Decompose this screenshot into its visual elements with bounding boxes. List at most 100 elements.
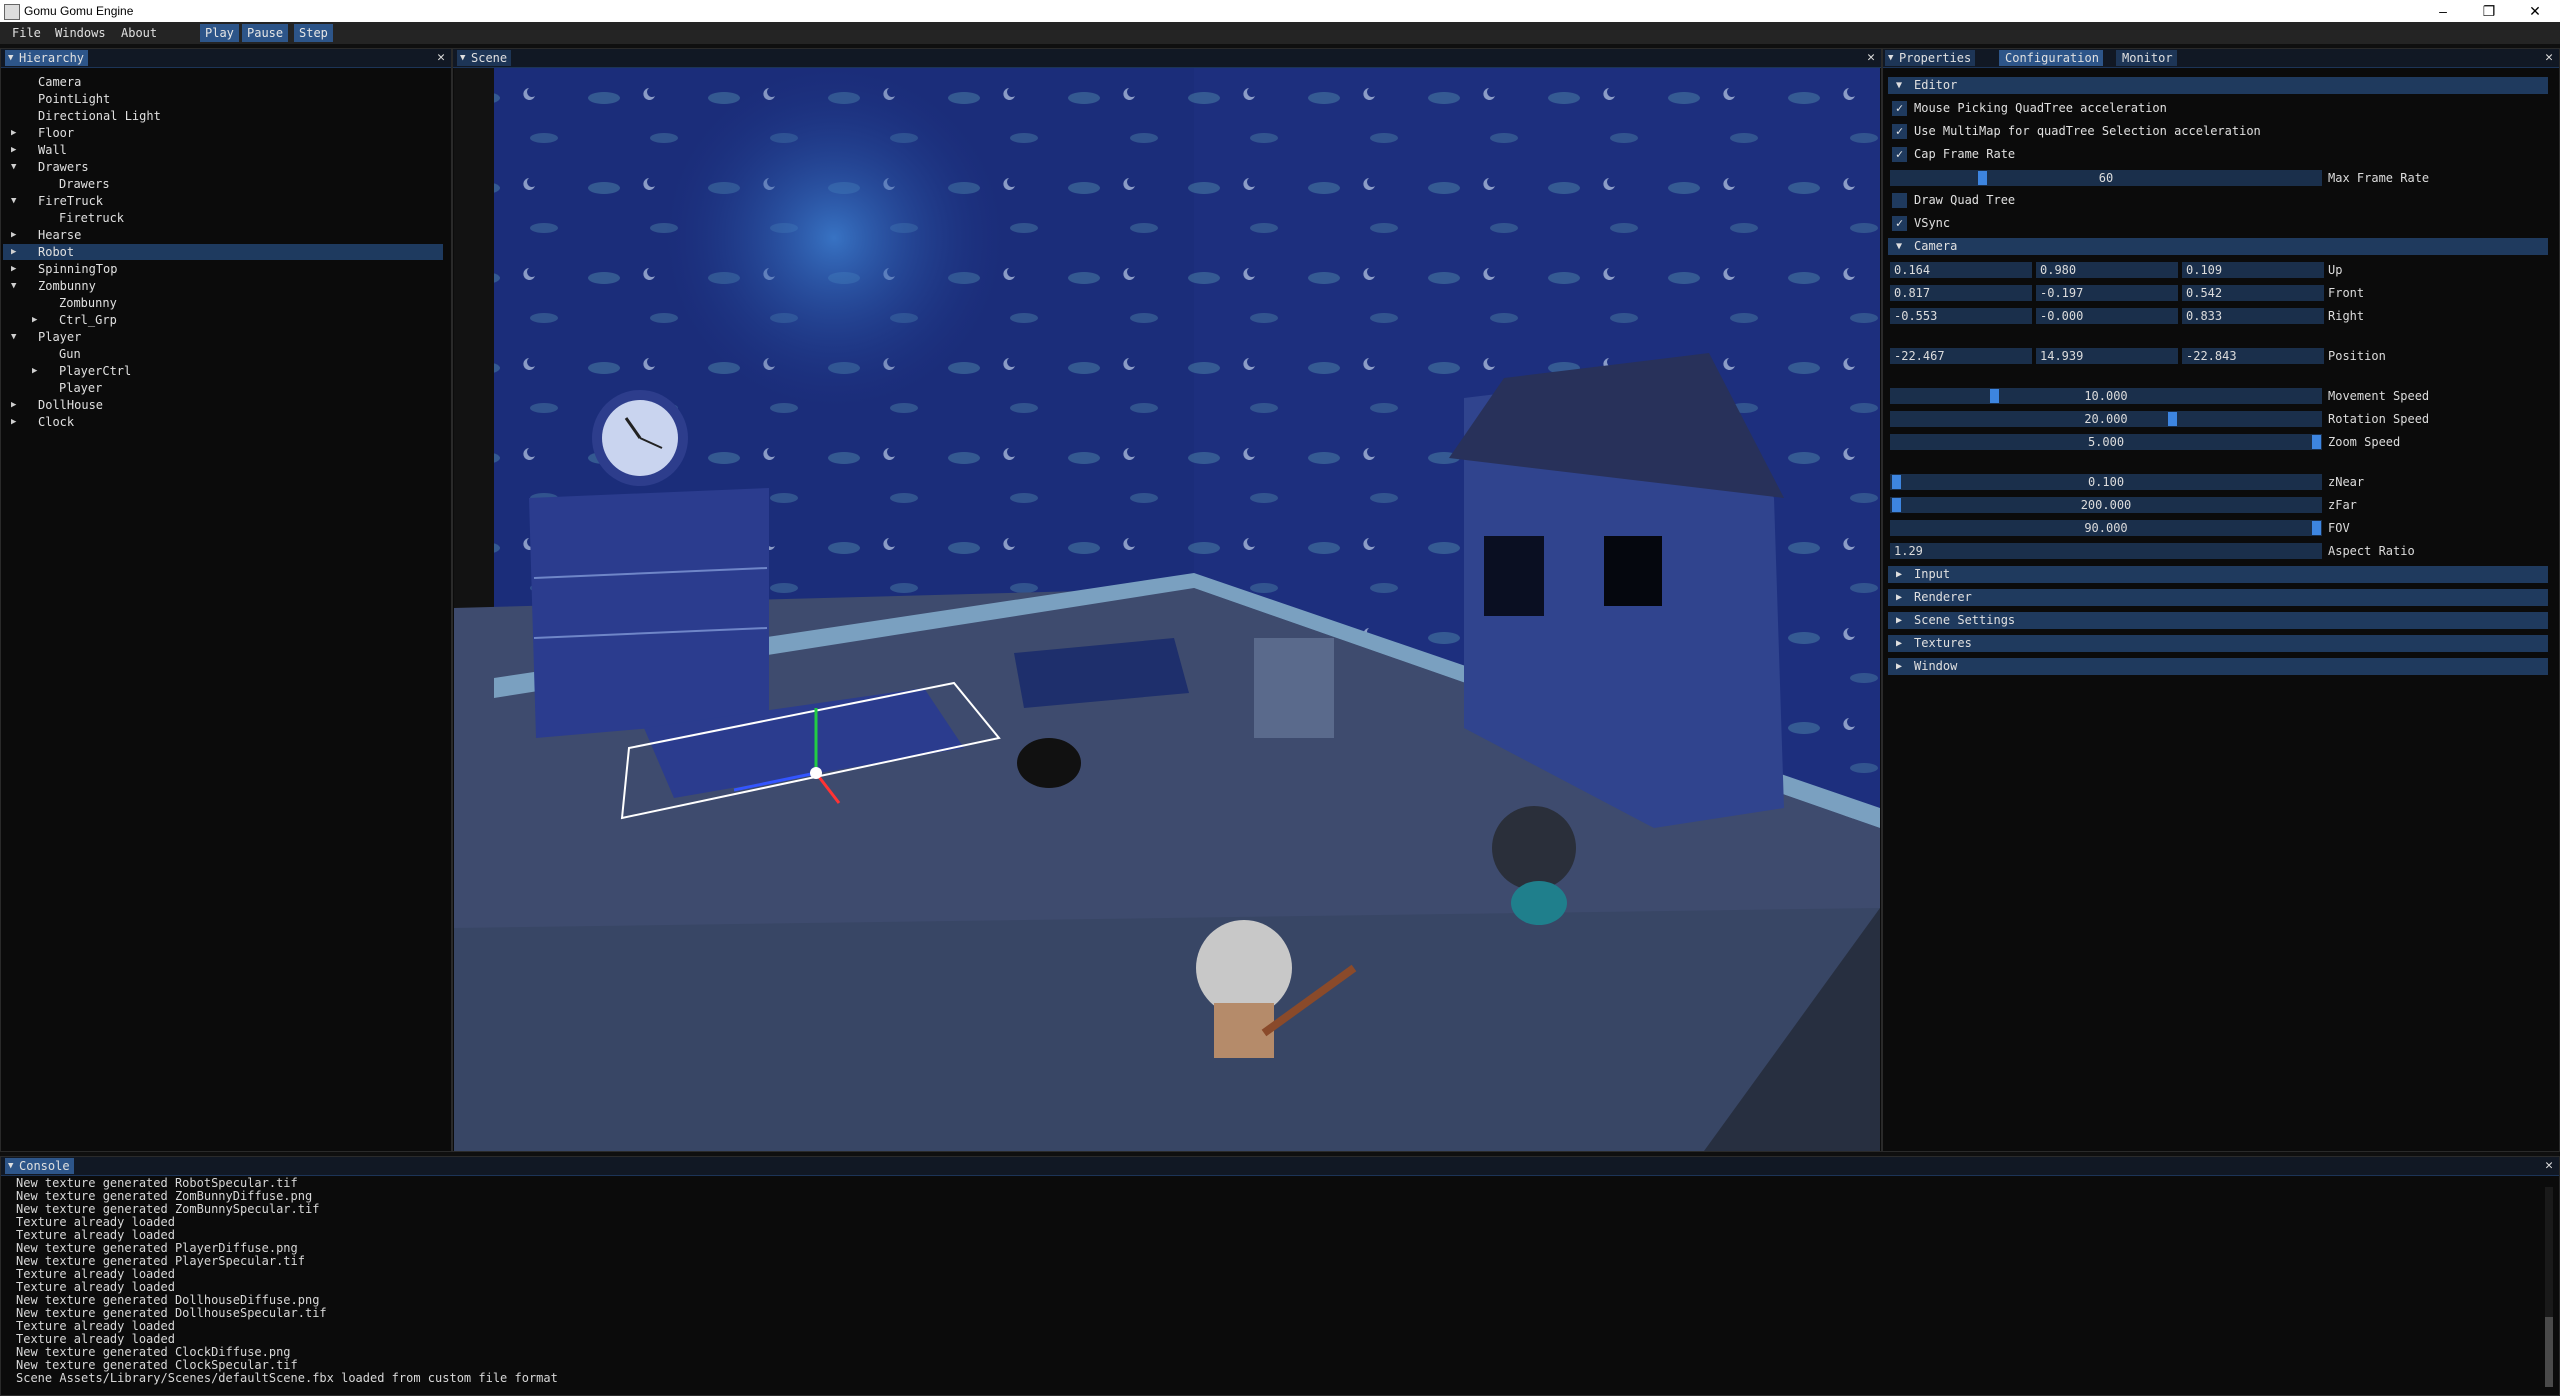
slider-grab[interactable]	[2168, 412, 2177, 426]
scene-settings-header[interactable]: ▶ Scene Settings	[1888, 612, 2548, 629]
position-y-field[interactable]: 14.939	[2036, 348, 2178, 364]
chevron-right-icon[interactable]: ▶	[11, 397, 16, 413]
pause-button[interactable]: Pause	[242, 24, 289, 42]
close-icon[interactable]: ✕	[2545, 1158, 2553, 1173]
cap-frame-rate-checkbox[interactable]: ✓	[1892, 147, 1907, 162]
front-y-field[interactable]: -0.197	[2036, 285, 2178, 301]
up-z-field[interactable]: 0.109	[2182, 262, 2324, 278]
up-y-field[interactable]: 0.980	[2036, 262, 2178, 278]
movement-speed-slider[interactable]: 10.000	[1890, 388, 2322, 404]
input-header[interactable]: ▶ Input	[1888, 566, 2548, 583]
tree-item[interactable]: ▶ DollHouse	[3, 397, 443, 413]
tree-item[interactable]: ▼ Drawers	[3, 159, 443, 175]
slider-grab[interactable]	[1990, 389, 1999, 403]
right-z-field[interactable]: 0.833	[2182, 308, 2324, 324]
zoom-speed-slider[interactable]: 5.000	[1890, 434, 2322, 450]
step-button[interactable]: Step	[294, 24, 333, 42]
renderer-header[interactable]: ▶ Renderer	[1888, 589, 2548, 606]
aspect-ratio-field[interactable]: 1.29	[1890, 543, 2322, 559]
chevron-right-icon[interactable]: ▶	[11, 142, 16, 158]
editor-header[interactable]: ▼ Editor	[1888, 77, 2548, 94]
front-z-field[interactable]: 0.542	[2182, 285, 2324, 301]
window-header[interactable]: ▶ Window	[1888, 658, 2548, 675]
tree-item[interactable]: ▶ Clock	[3, 414, 443, 430]
chevron-down-icon[interactable]: ▼	[11, 278, 16, 294]
panel-collapse-icon[interactable]: ▼	[460, 50, 465, 66]
chevron-right-icon[interactable]: ▶	[32, 363, 37, 379]
tab-console[interactable]: ▼ Console	[5, 1158, 74, 1174]
use-multimap-checkbox[interactable]: ✓	[1892, 124, 1907, 139]
close-icon[interactable]: ✕	[437, 50, 445, 65]
position-x-field[interactable]: -22.467	[1890, 348, 2032, 364]
rotation-speed-slider[interactable]: 20.000	[1890, 411, 2322, 427]
mouse-picking-checkbox[interactable]: ✓	[1892, 101, 1907, 116]
chevron-right-icon[interactable]: ▶	[11, 125, 16, 141]
tab-monitor[interactable]: Monitor	[2116, 50, 2177, 66]
tree-item[interactable]: ▼ FireTruck	[3, 193, 443, 209]
tree-item[interactable]: Directional Light	[3, 108, 443, 124]
minimize-icon[interactable]: –	[2420, 0, 2466, 22]
right-y-field[interactable]: -0.000	[2036, 308, 2178, 324]
panel-collapse-icon[interactable]: ▼	[8, 1158, 13, 1174]
chevron-right-icon[interactable]: ▶	[11, 227, 16, 243]
chevron-down-icon[interactable]: ▼	[11, 329, 16, 345]
chevron-down-icon[interactable]: ▼	[11, 193, 16, 209]
tree-item[interactable]: ▶ Hearse	[3, 227, 443, 243]
max-frame-rate-slider[interactable]: 60	[1890, 170, 2322, 186]
tree-item[interactable]: ▶ PlayerCtrl	[3, 363, 443, 379]
front-x-field[interactable]: 0.817	[1890, 285, 2032, 301]
chevron-right-icon[interactable]: ▶	[11, 414, 16, 430]
znear-slider[interactable]: 0.100	[1890, 474, 2322, 490]
slider-grab[interactable]	[1892, 475, 1901, 489]
play-button[interactable]: Play	[200, 24, 239, 42]
vsync-checkbox[interactable]: ✓	[1892, 216, 1907, 231]
console-scrollbar[interactable]	[2545, 1187, 2553, 1387]
slider-grab[interactable]	[1892, 498, 1901, 512]
tab-configuration[interactable]: Configuration	[1999, 50, 2103, 66]
chevron-down-icon[interactable]: ▼	[11, 159, 16, 175]
tree-item[interactable]: Firetruck	[3, 210, 443, 226]
tree-item[interactable]: ▼ Zombunny	[3, 278, 443, 294]
draw-quad-tree-checkbox[interactable]	[1892, 193, 1907, 208]
tree-item[interactable]: ▶ Floor	[3, 125, 443, 141]
tree-item[interactable]: ▶ Wall	[3, 142, 443, 158]
tree-item[interactable]: ▶ Robot	[3, 244, 443, 260]
close-icon[interactable]: ✕	[1867, 50, 1875, 65]
menu-file[interactable]: File	[12, 26, 41, 40]
slider-grab[interactable]	[2312, 521, 2321, 535]
tab-scene[interactable]: ▼ Scene	[457, 50, 512, 66]
tree-item[interactable]: ▼ Player	[3, 329, 443, 345]
tree-item[interactable]: Gun	[3, 346, 443, 362]
chevron-right-icon[interactable]: ▶	[11, 244, 16, 260]
close-icon[interactable]: ✕	[2545, 50, 2553, 65]
tab-properties[interactable]: ▼ Properties	[1885, 50, 1976, 66]
tree-item[interactable]: Player	[3, 380, 443, 396]
menu-windows[interactable]: Windows	[55, 26, 106, 40]
tree-item[interactable]: Drawers	[3, 176, 443, 192]
gizmo-center[interactable]	[810, 767, 822, 779]
slider-grab[interactable]	[1978, 171, 1987, 185]
tree-item[interactable]: Camera	[3, 74, 443, 90]
tab-hierarchy[interactable]: ▼ Hierarchy	[5, 50, 89, 66]
position-z-field[interactable]: -22.843	[2182, 348, 2324, 364]
textures-header[interactable]: ▶ Textures	[1888, 635, 2548, 652]
chevron-right-icon[interactable]: ▶	[32, 312, 37, 328]
tree-item[interactable]: ▶ SpinningTop	[3, 261, 443, 277]
close-window-icon[interactable]: ✕	[2512, 0, 2558, 22]
panel-collapse-icon[interactable]: ▼	[8, 50, 13, 66]
restore-icon[interactable]: ❐	[2466, 0, 2512, 22]
tree-item[interactable]: ▶ Ctrl_Grp	[3, 312, 443, 328]
tree-item[interactable]: Zombunny	[3, 295, 443, 311]
chevron-right-icon[interactable]: ▶	[11, 261, 16, 277]
tree-item[interactable]: PointLight	[3, 91, 443, 107]
up-x-field[interactable]: 0.164	[1890, 262, 2032, 278]
panel-collapse-icon[interactable]: ▼	[1888, 50, 1893, 66]
fov-slider[interactable]: 90.000	[1890, 520, 2322, 536]
zfar-slider[interactable]: 200.000	[1890, 497, 2322, 513]
scrollbar-thumb[interactable]	[2545, 1317, 2553, 1387]
menu-about[interactable]: About	[121, 26, 157, 40]
camera-header[interactable]: ▼ Camera	[1888, 238, 2548, 255]
scene-viewport[interactable]	[454, 68, 1880, 1151]
slider-grab[interactable]	[2312, 435, 2321, 449]
right-x-field[interactable]: -0.553	[1890, 308, 2032, 324]
